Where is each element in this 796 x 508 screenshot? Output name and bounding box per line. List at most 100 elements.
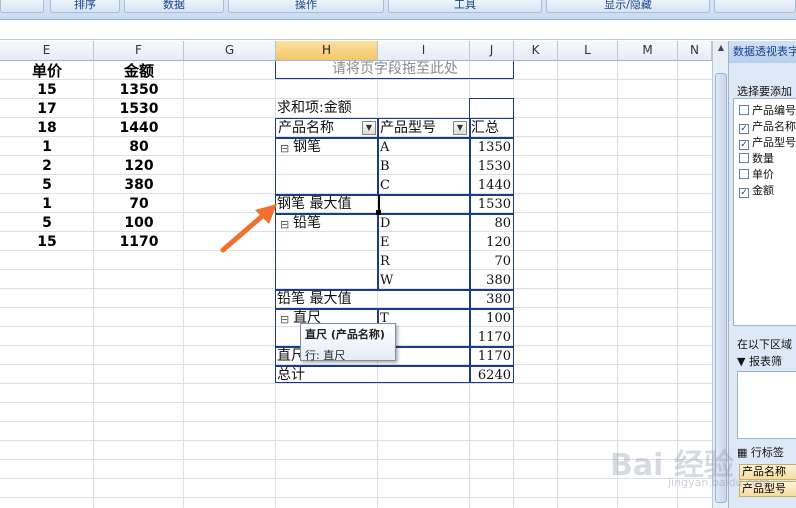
amount-header: 金额 bbox=[123, 62, 154, 80]
price-cell[interactable]: 18 bbox=[0, 119, 94, 138]
item-value[interactable]: 380 bbox=[470, 271, 514, 290]
row-area-item[interactable]: 产品型号 bbox=[739, 481, 796, 497]
ribbon-group-actions[interactable]: 操作 bbox=[228, 0, 384, 13]
ribbon-group-right[interactable] bbox=[714, 0, 796, 13]
checkbox-checked-icon[interactable]: ✓ bbox=[739, 124, 749, 134]
amount-cell[interactable]: 1440 bbox=[94, 119, 184, 138]
item-code[interactable]: B bbox=[380, 157, 460, 176]
subtotal-value[interactable]: 1530 bbox=[470, 195, 514, 214]
amount-cell[interactable]: 120 bbox=[94, 157, 184, 176]
column-header-n[interactable]: N bbox=[678, 41, 712, 61]
vertical-scrollbar[interactable]: ▲ bbox=[712, 41, 728, 508]
item-value[interactable]: 1440 bbox=[470, 176, 514, 195]
filter-dropdown-icon[interactable]: ▼ bbox=[453, 121, 467, 135]
price-cell[interactable]: 2 bbox=[0, 157, 94, 176]
item-value[interactable]: 70 bbox=[470, 252, 514, 271]
page-field-hint: 请将页字段拖至此处 bbox=[332, 61, 458, 77]
subtotal-label[interactable]: 钢笔 最大值 bbox=[277, 195, 377, 214]
amount-cell[interactable]: 70 bbox=[94, 195, 184, 214]
row-labels-icon: ▦ bbox=[737, 446, 751, 459]
value-field-label[interactable]: 求和项:金额 bbox=[277, 99, 467, 118]
collapse-icon[interactable]: ⊟ bbox=[280, 310, 294, 329]
ribbon-group-data[interactable]: 数据 bbox=[124, 0, 224, 13]
field-item[interactable]: ✓ 产品名称 bbox=[739, 120, 796, 134]
subtotal-value[interactable]: 1170 bbox=[470, 347, 514, 366]
checkbox-checked-icon[interactable]: ✓ bbox=[739, 188, 749, 198]
amount-cell[interactable]: 380 bbox=[94, 176, 184, 195]
field-item[interactable]: 产品编号 bbox=[739, 104, 796, 118]
field-item[interactable]: 单价 bbox=[739, 168, 774, 182]
price-cell[interactable]: 1 bbox=[0, 138, 94, 157]
row-field-header-model[interactable]: 产品型号 bbox=[380, 119, 454, 138]
item-code[interactable]: C bbox=[380, 176, 460, 195]
filter-dropdown-icon[interactable]: ▼ bbox=[362, 121, 376, 135]
amount-cell[interactable]: 1350 bbox=[94, 81, 184, 100]
checkbox-icon[interactable] bbox=[739, 153, 749, 163]
column-header-j[interactable]: J bbox=[470, 41, 514, 61]
amount-cell[interactable]: 1530 bbox=[94, 100, 184, 119]
item-value[interactable]: 120 bbox=[470, 233, 514, 252]
field-item[interactable]: ✓ 产品型号 bbox=[739, 136, 796, 150]
collapse-icon[interactable]: ⊟ bbox=[280, 139, 294, 158]
ribbon-group-show-hide[interactable]: 显示/隐藏 bbox=[546, 0, 710, 13]
item-code[interactable]: E bbox=[380, 233, 460, 252]
item-value[interactable]: 1350 bbox=[470, 138, 514, 157]
report-filter-label: ▼ 报表筛 bbox=[737, 355, 782, 368]
row-field-header-name[interactable]: 产品名称 bbox=[278, 119, 362, 138]
field-list-box: 产品编号 ✓ 产品名称 ✓ 产品型号 数量 单价 ✓ 金额 bbox=[733, 98, 796, 326]
subtotal-label[interactable]: 铅笔 最大值 bbox=[277, 290, 377, 309]
row-area-item[interactable]: 产品名称 bbox=[739, 464, 796, 480]
subtotal-value[interactable]: 380 bbox=[470, 290, 514, 309]
amount-cell[interactable]: 80 bbox=[94, 138, 184, 157]
scroll-thumb[interactable] bbox=[715, 73, 727, 503]
tooltip-title: 直尺 (产品名称) bbox=[305, 328, 385, 341]
item-code[interactable]: W bbox=[380, 271, 460, 290]
price-cell[interactable]: 17 bbox=[0, 100, 94, 119]
amount-cell[interactable]: 1170 bbox=[94, 233, 184, 252]
grand-total-label[interactable]: 总计 bbox=[277, 366, 377, 385]
price-cell[interactable]: 5 bbox=[0, 176, 94, 195]
item-value[interactable]: 100 bbox=[470, 309, 514, 328]
pivot-field-list-panel: 数据透视表字 选择要添加 产品编号 ✓ 产品名称 ✓ 产品型号 数量 单价 ✓ 金额 … bbox=[728, 41, 796, 508]
filter-icon: ▼ bbox=[737, 355, 749, 368]
area-label: 在以下区域 bbox=[737, 338, 792, 351]
field-item[interactable]: ✓ 金额 bbox=[739, 184, 774, 198]
column-header-f[interactable]: F bbox=[94, 41, 184, 61]
item-code[interactable]: D bbox=[380, 214, 460, 233]
formula-bar[interactable] bbox=[0, 20, 796, 40]
scroll-up-icon[interactable]: ▲ bbox=[715, 43, 727, 55]
item-value[interactable]: 1170 bbox=[470, 328, 514, 347]
amount-cell[interactable]: 100 bbox=[94, 214, 184, 233]
price-cell[interactable]: 5 bbox=[0, 214, 94, 233]
arrow-annotation-icon bbox=[220, 204, 277, 253]
checkbox-checked-icon[interactable]: ✓ bbox=[739, 140, 749, 150]
ribbon-group-sort[interactable]: 排序 bbox=[50, 0, 120, 13]
grand-total-value[interactable]: 6240 bbox=[470, 366, 514, 385]
checkbox-icon[interactable] bbox=[739, 105, 749, 115]
column-header-g[interactable]: G bbox=[184, 41, 276, 61]
row-labels-label: ▦ 行标签 bbox=[737, 446, 784, 459]
column-header-h[interactable]: H bbox=[276, 41, 378, 61]
column-header-k[interactable]: K bbox=[514, 41, 558, 61]
column-header-m[interactable]: M bbox=[618, 41, 678, 61]
group-name[interactable]: 钢笔 bbox=[293, 138, 373, 157]
item-code[interactable]: A bbox=[380, 138, 460, 157]
item-code[interactable]: R bbox=[380, 252, 460, 271]
item-value[interactable]: 80 bbox=[470, 214, 514, 233]
ribbon-group-tools[interactable]: 工具 bbox=[388, 0, 542, 13]
price-cell[interactable]: 1 bbox=[0, 195, 94, 214]
column-header-i[interactable]: I bbox=[378, 41, 470, 61]
checkbox-icon[interactable] bbox=[739, 169, 749, 179]
group-name[interactable]: 铅笔 bbox=[293, 214, 373, 233]
price-cell[interactable]: 15 bbox=[0, 233, 94, 252]
report-filter-area[interactable] bbox=[737, 371, 796, 439]
field-item[interactable]: 数量 bbox=[739, 152, 774, 166]
column-header-e[interactable]: E bbox=[0, 41, 94, 61]
price-cell[interactable]: 15 bbox=[0, 81, 94, 100]
choose-fields-label: 选择要添加 bbox=[737, 85, 792, 98]
price-header: 单价 bbox=[31, 62, 62, 80]
ribbon: 排序 数据 操作 工具 显示/隐藏 bbox=[0, 0, 796, 20]
item-value[interactable]: 1530 bbox=[470, 157, 514, 176]
column-header-l[interactable]: L bbox=[558, 41, 618, 61]
ribbon-group-left[interactable] bbox=[0, 0, 44, 13]
